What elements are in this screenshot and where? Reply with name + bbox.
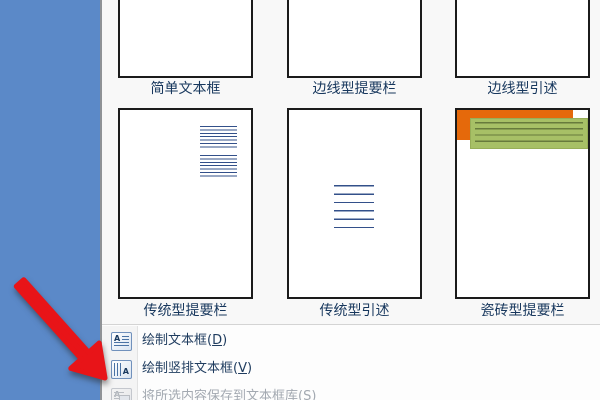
placeholder-text-block bbox=[334, 185, 374, 228]
menu-item-draw-textbox[interactable]: A 绘制文本框(D) bbox=[102, 327, 600, 355]
menu-item-label: 绘制竖排文本框(V) bbox=[142, 361, 253, 376]
gallery-item-traditional-quote[interactable] bbox=[287, 108, 422, 299]
placeholder-text-block bbox=[475, 122, 583, 145]
menu-item-label: 将所选内容保存到文本框库(S) bbox=[142, 389, 317, 400]
gallery-item-tile-sidebar[interactable] bbox=[455, 108, 590, 299]
gallery-item-label: 传统型提要栏 bbox=[143, 303, 228, 319]
gallery-item-simple-textbox[interactable] bbox=[118, 0, 253, 78]
menu-item-label: 绘制文本框(D) bbox=[142, 333, 228, 348]
annotation-arrow bbox=[13, 277, 108, 381]
gallery-item-label: 边线型提要栏 bbox=[312, 81, 397, 97]
gallery-item-sideline-quote[interactable] bbox=[455, 0, 590, 78]
gallery-item-label: 简单文本框 bbox=[150, 81, 221, 97]
gallery-item-label: 瓷砖型提要栏 bbox=[480, 303, 565, 319]
placeholder-text-block bbox=[200, 155, 237, 178]
icon-overlap-box bbox=[119, 395, 130, 400]
gallery-item-label: 传统型引述 bbox=[319, 303, 390, 319]
menu-item-draw-vertical-textbox[interactable]: A 绘制竖排文本框(V) bbox=[102, 355, 600, 383]
gallery-item-traditional-sidebar[interactable] bbox=[118, 108, 253, 299]
tile-green-textbox bbox=[470, 118, 588, 149]
menu-item-save-selection-to-gallery: A 将所选内容保存到文本框库(S) bbox=[102, 383, 600, 400]
word-textbox-gallery-dropdown: 简单文本框 边线型提要栏 边线型引述 传统型提要栏 传统型引述 瓷砖型提要栏 A… bbox=[0, 0, 600, 400]
placeholder-text-block bbox=[200, 126, 237, 150]
gallery-item-label: 边线型引述 bbox=[487, 81, 558, 97]
textbox-menu: A 绘制文本框(D) A 绘制竖排文本框(V) A 将所选内容保存到文本框库(S… bbox=[102, 325, 600, 400]
gallery-item-sideline-sidebar[interactable] bbox=[287, 0, 422, 78]
